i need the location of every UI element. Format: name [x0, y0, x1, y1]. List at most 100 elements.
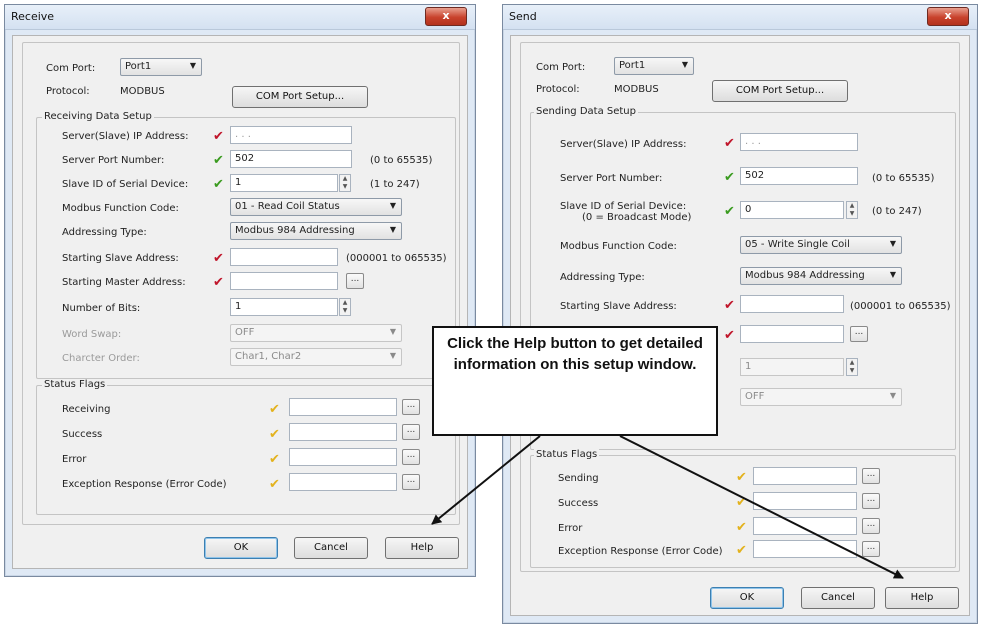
send-flag-browse-button[interactable]: ... [862, 541, 880, 557]
send-status-flags-title: Status Flags [534, 449, 600, 460]
receive-flag-browse-button[interactable]: ... [402, 449, 420, 465]
send-bits-spinner[interactable]: ▲ ▼ [846, 358, 858, 376]
send-slave-id-label: Slave ID of Serial Device: [560, 201, 687, 212]
send-flag-browse-button[interactable]: ... [862, 493, 880, 509]
send-com-port-label: Com Port: [536, 62, 586, 73]
send-flag-browse-button[interactable]: ... [862, 518, 880, 534]
send-slave-id-spinner[interactable]: ▲ ▼ [846, 201, 858, 219]
send-ok-button[interactable]: OK [710, 587, 784, 609]
receive-port-range: (0 to 65535) [370, 155, 433, 166]
send-window-title: Send [509, 10, 537, 23]
send-flag-browse-button[interactable]: ... [862, 468, 880, 484]
receive-start-master-input[interactable] [230, 272, 338, 290]
receive-com-port-select[interactable]: Port1 ▼ [120, 58, 202, 76]
send-flag-input[interactable] [753, 492, 857, 510]
receive-bits-input[interactable]: 1 [230, 298, 338, 316]
receive-slave-id-label: Slave ID of Serial Device: [62, 179, 189, 190]
send-flag-label: Exception Response (Error Code) [558, 546, 723, 557]
receive-start-master-label: Starting Master Address: [62, 277, 186, 288]
chevron-down-icon: ▼ [889, 239, 896, 248]
receive-com-port-setup-button[interactable]: COM Port Setup... [232, 86, 368, 108]
receive-window: Receive x Com Port: Port1 ▼ Protocol: MO… [4, 4, 476, 577]
send-port-range: (0 to 65535) [872, 173, 935, 184]
checkmark-icon: ✔ [736, 520, 747, 535]
send-slave-id-range: (0 to 247) [872, 206, 922, 217]
receive-flag-browse-button[interactable]: ... [402, 399, 420, 415]
receive-char-order-label: Charcter Order: [62, 353, 140, 364]
send-com-port-setup-button[interactable]: COM Port Setup... [712, 80, 848, 102]
receive-server-ip-input[interactable]: . . . [230, 126, 352, 144]
send-slave-id-sublabel: (0 = Broadcast Mode) [582, 212, 692, 223]
receive-help-button[interactable]: Help [385, 537, 459, 559]
receive-char-order-select[interactable]: Char1, Char2 ▼ [230, 348, 402, 366]
send-help-button[interactable]: Help [885, 587, 959, 609]
send-bits-input[interactable]: 1 [740, 358, 844, 376]
checkmark-icon: ✔ [213, 251, 224, 266]
receive-port-label: Server Port Number: [62, 155, 165, 166]
send-close-button[interactable]: x [927, 7, 969, 26]
receive-flag-label: Exception Response (Error Code) [62, 479, 227, 490]
send-flag-label: Error [558, 523, 583, 534]
receive-char-order-value: Char1, Char2 [235, 351, 302, 362]
receive-bits-spinner[interactable]: ▲ ▼ [339, 298, 351, 316]
receive-word-swap-value: OFF [235, 327, 255, 338]
receive-cancel-button[interactable]: Cancel [294, 537, 368, 559]
send-flag-input[interactable] [753, 517, 857, 535]
receive-flag-browse-button[interactable]: ... [402, 474, 420, 490]
checkmark-icon: ✔ [736, 495, 747, 510]
receive-flag-label: Receiving [62, 404, 111, 415]
send-start-slave-input[interactable] [740, 295, 844, 313]
send-com-port-select[interactable]: Port1 ▼ [614, 57, 694, 75]
send-start-master-input[interactable] [740, 325, 844, 343]
receive-data-setup-title: Receiving Data Setup [42, 111, 154, 122]
receive-dialog-body: Com Port: Port1 ▼ Protocol: MODBUS COM P… [12, 35, 468, 569]
send-word-swap-select[interactable]: OFF ▼ [740, 388, 902, 406]
receive-flag-input[interactable] [289, 423, 397, 441]
receive-word-swap-label: Word Swap: [62, 329, 122, 340]
receive-function-code-label: Modbus Function Code: [62, 203, 179, 214]
checkmark-icon: ✔ [269, 402, 280, 417]
chevron-down-icon: ▼ [189, 61, 196, 70]
checkmark-icon: ✔ [724, 298, 735, 313]
receive-flag-input[interactable] [289, 448, 397, 466]
send-function-code-select[interactable]: 05 - Write Single Coil ▼ [740, 236, 902, 254]
receive-addressing-label: Addressing Type: [62, 227, 147, 238]
send-function-code-label: Modbus Function Code: [560, 241, 677, 252]
chevron-down-icon: ▼ [681, 60, 688, 69]
receive-start-master-browse-button[interactable]: ... [346, 273, 364, 289]
chevron-down-icon: ▼ [389, 351, 396, 360]
send-cancel-button[interactable]: Cancel [801, 587, 875, 609]
send-server-ip-label: Server(Slave) IP Address: [560, 139, 687, 150]
receive-flag-label: Success [62, 429, 103, 440]
receive-start-slave-input[interactable] [230, 248, 338, 266]
receive-function-code-select[interactable]: 01 - Read Coil Status ▼ [230, 198, 402, 216]
receive-ok-button[interactable]: OK [204, 537, 278, 559]
checkmark-icon: ✔ [269, 477, 280, 492]
send-start-master-browse-button[interactable]: ... [850, 326, 868, 342]
checkmark-icon: ✔ [736, 470, 747, 485]
send-window: Send x Com Port: Port1 ▼ Protocol: MODBU… [502, 4, 978, 624]
send-word-swap-value: OFF [745, 391, 765, 402]
receive-word-swap-select[interactable]: OFF ▼ [230, 324, 402, 342]
receive-flag-browse-button[interactable]: ... [402, 424, 420, 440]
receive-flag-input[interactable] [289, 398, 397, 416]
send-port-input[interactable]: 502 [740, 167, 858, 185]
send-server-ip-input[interactable]: . . . [740, 133, 858, 151]
receive-slave-id-input[interactable]: 1 [230, 174, 338, 192]
send-addressing-select[interactable]: Modbus 984 Addressing ▼ [740, 267, 902, 285]
checkmark-icon: ✔ [724, 328, 735, 343]
receive-start-slave-range: (000001 to 065535) [346, 253, 447, 264]
receive-addressing-select[interactable]: Modbus 984 Addressing ▼ [230, 222, 402, 240]
send-com-port-value: Port1 [619, 60, 646, 71]
send-flag-input[interactable] [753, 467, 857, 485]
send-flag-input[interactable] [753, 540, 857, 558]
send-slave-id-input[interactable]: 0 [740, 201, 844, 219]
receive-flag-input[interactable] [289, 473, 397, 491]
receive-close-button[interactable]: x [425, 7, 467, 26]
receive-port-input[interactable]: 502 [230, 150, 352, 168]
receive-slave-id-spinner[interactable]: ▲ ▼ [339, 174, 351, 192]
checkmark-icon: ✔ [736, 543, 747, 558]
send-titlebar: Send x [503, 5, 977, 30]
chevron-down-icon: ▼ [889, 270, 896, 279]
send-protocol-value: MODBUS [614, 84, 659, 95]
